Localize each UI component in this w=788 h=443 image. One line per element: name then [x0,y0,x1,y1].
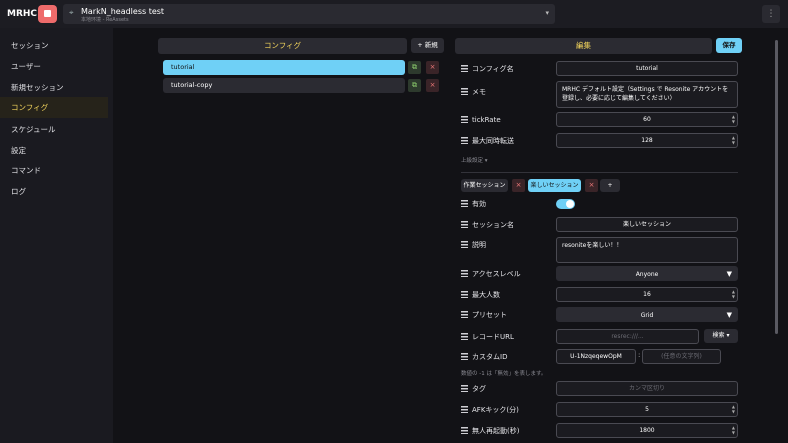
auto-restart-label: 無人再起動(秒) [461,425,519,437]
caret-down-icon: ▼ [726,311,732,319]
afk-kick-input[interactable]: 5 ▲ ▼ [556,402,738,417]
more-menu-button[interactable]: ⋮ [762,5,780,23]
sidebar-item-users[interactable]: ユーザー [0,56,108,77]
sidebar-item-sessions[interactable]: セッション [0,35,108,56]
divider [461,172,738,173]
save-button[interactable]: 保存 [716,38,742,53]
drag-handle-icon [461,385,468,392]
close-tab-icon[interactable]: × [585,179,598,192]
drag-handle-icon [461,65,468,72]
drag-handle-icon [461,200,468,207]
description-textarea[interactable]: resoniteを楽しい！！ [556,237,738,263]
drag-handle-icon [461,291,468,298]
chevron-down-icon: ▾ [545,9,549,17]
enabled-toggle[interactable] [556,199,575,209]
sidebar-item-commands[interactable]: コマンド [0,160,108,181]
custom-id-prefix: U-1NzqeqewOpM [556,349,636,364]
session-name-input[interactable]: 楽しいセッション [556,217,738,232]
stepper-icon[interactable]: ▲ ▼ [732,404,735,414]
stop-button[interactable] [38,5,57,23]
sidebar-item-new-session[interactable]: 新規セッション [0,77,108,98]
auto-restart-input[interactable]: 1800 ▲ ▼ [556,423,738,438]
close-tab-icon[interactable]: × [512,179,525,192]
host-subtitle: 本地环境 - ReAssets [81,17,129,23]
caret-down-icon: ▼ [726,270,732,278]
memo-label: メモ [461,86,486,98]
max-transfers-input[interactable]: 128 ▲ ▼ [556,133,738,148]
tags-label: タグ [461,383,486,395]
enabled-label: 有効 [461,198,486,210]
drag-handle-icon [461,88,468,95]
config-item[interactable]: tutorial [163,60,405,75]
max-users-label: 最大人数 [461,289,500,301]
sidebar-item-settings[interactable]: 設定 [0,140,108,161]
hint-text: 数値の -1 は「無効」を表します。 [461,371,547,377]
description-label: 説明 [461,239,486,251]
drag-handle-icon [461,427,468,434]
custom-id-separator: : [638,351,641,359]
record-url-input[interactable]: resrec:///... [556,329,699,344]
sidebar-item-logs[interactable]: ログ [0,181,108,202]
tab-work-session[interactable]: 作業セッション [461,179,508,192]
drag-handle-icon [461,241,468,248]
host-name: MarkN_headless test [81,7,165,16]
search-button[interactable]: 検索 ▾ [704,329,738,343]
drag-handle-icon [461,406,468,413]
config-list-header: コンフィグ [158,38,407,54]
copy-icon[interactable]: ⧉ [408,61,421,74]
editor-header: 編集 [455,38,712,54]
host-selector[interactable]: ⌖ MarkN_headless test 本地环境 - ReAssets ▾ [63,4,555,24]
tab-fun-session[interactable]: 楽しいセッション [528,179,581,192]
drag-handle-icon [461,353,468,360]
app-title: MRHC [7,9,38,19]
max-users-input[interactable]: 16 ▲ ▼ [556,287,738,302]
scrollbar[interactable] [775,40,778,334]
stepper-icon[interactable]: ▲ ▼ [732,289,735,299]
preset-label: プリセット [461,309,507,321]
config-name-input[interactable]: tutorial [556,61,738,76]
advanced-settings-toggle[interactable]: 上級設定 ▾ [461,156,488,164]
access-level-select[interactable]: Anyone ▼ [556,266,738,281]
custom-id-input[interactable]: (任意の文字列) [642,349,721,364]
stepper-icon[interactable]: ▲ ▼ [732,135,735,145]
tags-input[interactable]: カンマ区切り [556,381,738,396]
new-config-button[interactable]: + 新規 [411,38,444,53]
drag-handle-icon [461,137,468,144]
max-transfers-label: 最大同時転送 [461,135,514,147]
stepper-icon[interactable]: ▲ ▼ [732,425,735,435]
custom-id-label: カスタムID [461,351,507,363]
add-session-button[interactable]: + [600,179,620,192]
sidebar-item-schedule[interactable]: スケジュール [0,119,108,140]
memo-textarea[interactable]: MRHC デフォルト設定（Settings で Resonite アカウントを登… [556,81,738,108]
sidebar: セッション ユーザー 新規セッション コンフィグ スケジュール 設定 コマンド … [0,28,113,443]
session-name-label: セッション名 [461,219,514,231]
config-name-label: コンフィグ名 [461,63,514,75]
drag-handle-icon [461,116,468,123]
delete-icon[interactable]: × [426,79,439,92]
afk-kick-label: AFKキック(分) [461,404,519,416]
copy-icon[interactable]: ⧉ [408,79,421,92]
drag-handle-icon [461,221,468,228]
stepper-icon[interactable]: ▲ ▼ [732,114,735,124]
top-bar: MRHC ⌖ MarkN_headless test 本地环境 - ReAsse… [0,0,788,28]
delete-icon[interactable]: × [426,61,439,74]
record-url-label: レコードURL [461,331,514,343]
location-icon: ⌖ [69,8,74,17]
sidebar-item-config[interactable]: コンフィグ [0,97,108,118]
drag-handle-icon [461,311,468,318]
config-item[interactable]: tutorial-copy [163,78,405,93]
drag-handle-icon [461,333,468,340]
preset-select[interactable]: Grid ▼ [556,307,738,322]
drag-handle-icon [461,270,468,277]
tick-rate-label: tickRate [461,114,501,126]
tick-rate-input[interactable]: 60 ▲ ▼ [556,112,738,127]
access-level-label: アクセスレベル [461,268,521,280]
